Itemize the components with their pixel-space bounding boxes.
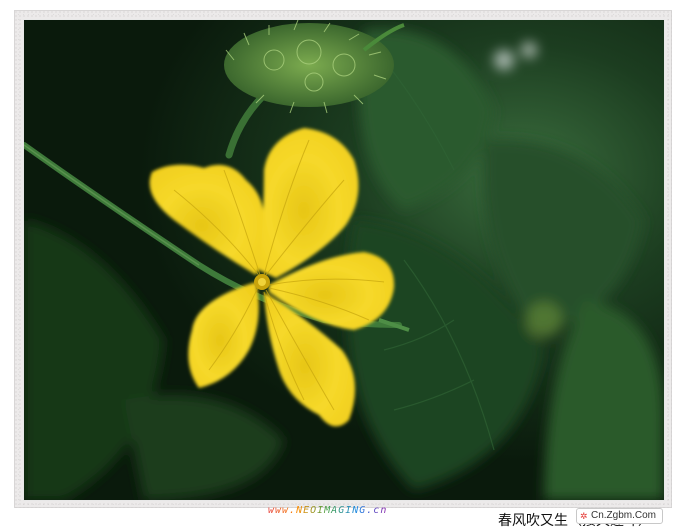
flower-photo: [24, 20, 664, 500]
watermark-text: www.NEOIMAGING.cn: [268, 505, 388, 516]
flower-stamen: [258, 278, 266, 286]
flower-photo-svg: [24, 20, 664, 500]
site-badge[interactable]: Cn.Zgbm.Com: [576, 508, 664, 524]
